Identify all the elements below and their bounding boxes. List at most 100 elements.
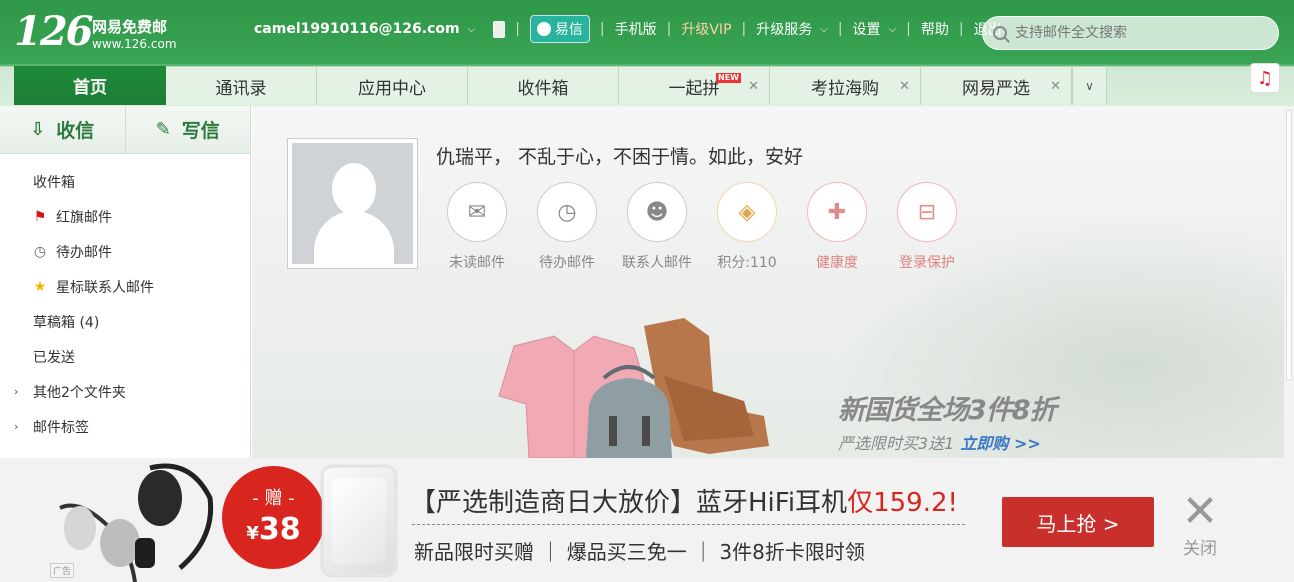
folder-todo[interactable]: ◷ 待办邮件 [0, 234, 250, 269]
promo-title[interactable]: 新国货全场3件8折 [838, 388, 1057, 427]
phone-image [322, 466, 396, 576]
star-icon: ★ [33, 278, 47, 295]
compose-button[interactable]: ✎ 写信 [126, 106, 251, 153]
promo-buy-link[interactable]: 立即购 >> [960, 434, 1040, 453]
close-icon[interactable]: ✕ [748, 79, 759, 94]
new-badge: NEW [716, 73, 741, 83]
folder-inbox[interactable]: 收件箱 [0, 164, 250, 199]
divider [412, 524, 965, 525]
tabs-more-button[interactable]: ∨ [1072, 66, 1107, 105]
vip-link[interactable]: 升级VIP [681, 19, 731, 39]
folder-label: 红旗邮件 [56, 209, 112, 226]
price-value: 38 [258, 512, 301, 547]
stat-label: 联系人邮件 [622, 255, 692, 271]
yixin-icon [536, 22, 551, 36]
bottom-ad-banner[interactable]: 广告 - 赠 - ¥38 【严选制造商日大放价】蓝牙HiFi耳机仅159.2! … [0, 458, 1294, 582]
promo-products-image[interactable] [484, 316, 784, 458]
receive-button[interactable]: ⇩ 收信 [0, 106, 126, 153]
logo[interactable]: 126 网易免费邮 www.126.com [14, 12, 177, 52]
folder-flagged[interactable]: ⚑ 红旗邮件 [0, 199, 250, 234]
chevron-down-icon[interactable]: ⌵ [889, 24, 897, 35]
separator: | [958, 21, 964, 37]
chevron-down-icon: ∨ [1085, 79, 1094, 93]
folder-sent[interactable]: 已发送 [0, 339, 250, 374]
stat-unread[interactable]: ✉ 未读邮件 [432, 182, 522, 272]
greeting: 仇瑞平， 不乱于心，不困于情。如此，安好 [436, 146, 804, 168]
folder-other[interactable]: › 其他2个文件夹 [0, 374, 250, 409]
stat-contacts[interactable]: ☻ 联系人邮件 [612, 182, 702, 272]
folder-list: 收件箱 ⚑ 红旗邮件 ◷ 待办邮件 ★ 星标联系人邮件 草稿箱 (4) 已发送 › 其他… [0, 154, 250, 444]
promo-subtitle[interactable]: 严选限时买3送1 立即购 >> [838, 430, 1041, 454]
folder-tags[interactable]: › 邮件标签 [0, 409, 250, 444]
scrollbar-thumb[interactable] [1286, 110, 1292, 380]
chevron-right-icon[interactable]: › [14, 420, 18, 433]
tab-group-buy[interactable]: 一起拼 NEW ✕ [619, 66, 770, 105]
main-tabs: 首页 通讯录 应用中心 收件箱 一起拼 NEW ✕ 考拉海购 ✕ 网易严选 ✕ ∨ [14, 66, 1107, 105]
music-icon[interactable]: ♫ [1250, 63, 1280, 93]
settings-link[interactable]: 设置 [853, 19, 881, 39]
mobile-link[interactable]: 手机版 [615, 19, 657, 39]
folder-drafts[interactable]: 草稿箱 (4) [0, 304, 250, 339]
compose-label: 写信 [181, 120, 220, 142]
tab-label: 考拉海购 [811, 78, 879, 99]
search-input[interactable] [1015, 25, 1255, 41]
folder-label: 收件箱 [33, 174, 75, 191]
tab-home[interactable]: 首页 [14, 66, 166, 105]
lock-icon: ⊟ [897, 182, 957, 242]
red-flag-icon: ⚑ [33, 208, 47, 225]
stats-row: ✉ 未读邮件 ◷ 待办邮件 ☻ 联系人邮件 ◈ 积分:110 ✚ 健康度 ⊟ 登… [432, 182, 972, 272]
edit-icon: ✎ [155, 118, 171, 140]
stat-label: 积分:110 [717, 255, 777, 271]
chevron-down-icon[interactable]: ⌵ [820, 24, 828, 35]
logo-url: www.126.com [92, 37, 177, 51]
clock-icon: ◷ [33, 243, 47, 260]
mobile-qr-icon[interactable] [493, 20, 506, 38]
currency-symbol: ¥ [246, 523, 259, 544]
tab-yanxuan[interactable]: 网易严选 ✕ [921, 66, 1072, 105]
ad-subline: 新品限时买赠 ｜ 爆品买三免一 ｜ 3件8折卡限时领 [414, 540, 865, 564]
tab-inbox[interactable]: 收件箱 [468, 66, 619, 105]
search-box[interactable] [982, 16, 1279, 50]
chevron-down-icon[interactable]: ⌵ [468, 24, 476, 35]
help-link[interactable]: 帮助 [921, 19, 949, 39]
tab-label: 首页 [73, 78, 107, 98]
top-nav: camel19910116@126.com ⌵ | 易信 | 手机版 | 升级V… [254, 15, 1002, 43]
stat-label: 登录保护 [899, 255, 955, 271]
logo-name: 网易免费邮 [92, 18, 168, 36]
stat-label: 未读邮件 [449, 255, 505, 271]
ad-close-button[interactable]: ✕ 关闭 [1178, 490, 1222, 560]
ad-headline-main: 【严选制造商日大放价】蓝牙HiFi耳机 [410, 488, 848, 518]
gift-price: ¥38 [222, 512, 325, 547]
services-link[interactable]: 升级服务 [756, 19, 812, 39]
medkit-icon: ✚ [807, 182, 867, 242]
stat-todo[interactable]: ◷ 待办邮件 [522, 182, 612, 272]
tab-app-center[interactable]: 应用中心 [317, 66, 468, 105]
close-label: 关闭 [1183, 539, 1217, 559]
close-icon[interactable]: ✕ [1050, 79, 1061, 94]
chevron-right-icon[interactable]: › [14, 385, 18, 398]
avatar-head [332, 163, 376, 215]
stat-health[interactable]: ✚ 健康度 [792, 182, 882, 272]
stat-login-protect[interactable]: ⊟ 登录保护 [882, 182, 972, 272]
folder-label: 已发送 [33, 349, 75, 366]
inbox-download-icon: ⇩ [30, 118, 46, 140]
avatar[interactable] [287, 138, 418, 269]
stat-points[interactable]: ◈ 积分:110 [702, 182, 792, 272]
contact-star-icon: ☻ [627, 182, 687, 242]
search-icon[interactable] [993, 26, 1007, 40]
tab-contacts[interactable]: 通讯录 [166, 66, 317, 105]
envelope-icon: ✉ [447, 182, 507, 242]
yixin-button[interactable]: 易信 [529, 15, 590, 43]
ad-headline[interactable]: 【严选制造商日大放价】蓝牙HiFi耳机仅159.2! [410, 482, 958, 519]
folder-starred[interactable]: ★ 星标联系人邮件 [0, 269, 250, 304]
tab-kaola[interactable]: 考拉海购 ✕ [770, 66, 921, 105]
ad-headline-price: 仅159.2! [847, 488, 958, 518]
folder-label: 草稿箱 (4) [33, 314, 100, 331]
tab-label: 应用中心 [358, 78, 426, 99]
scrollbar[interactable] [1284, 106, 1294, 458]
close-icon[interactable]: ✕ [899, 79, 910, 94]
separator: | [837, 21, 843, 37]
folder-label: 待办邮件 [56, 244, 112, 261]
buy-now-button[interactable]: 马上抢 > [1002, 497, 1154, 547]
account-name[interactable]: camel19910116@126.com [254, 21, 460, 37]
